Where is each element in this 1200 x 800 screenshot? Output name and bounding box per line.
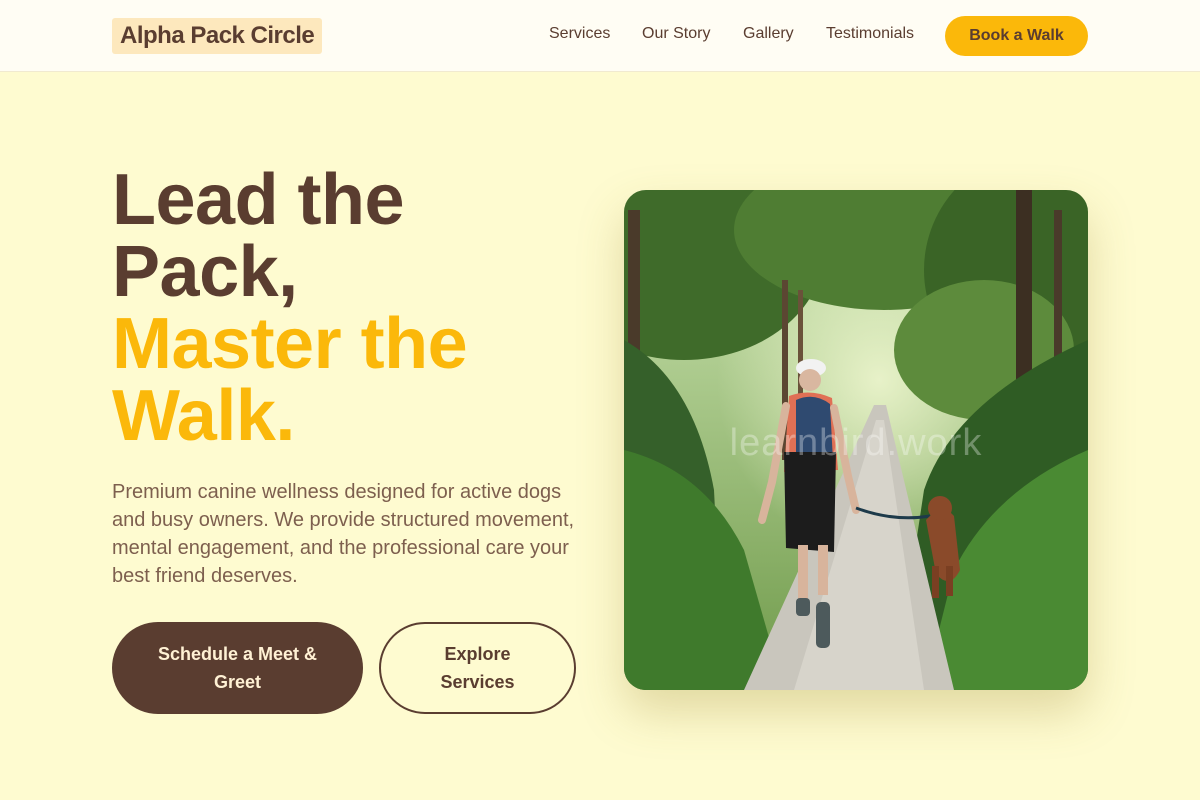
schedule-meet-greet-button[interactable]: Schedule a Meet & Greet — [112, 622, 363, 714]
hero-title-accent-line: Walk. — [112, 376, 295, 456]
hero-title-line: Pack, — [112, 232, 298, 312]
hero-description: Premium canine wellness designed for act… — [112, 481, 575, 587]
nav-link-our-story[interactable]: Our Story — [642, 24, 710, 44]
image-watermark: learnbird.work — [729, 422, 983, 464]
hero-title-accent-line: Master the — [112, 304, 468, 384]
nav-link-gallery[interactable]: Gallery — [743, 24, 794, 44]
site-header: Alpha Pack Circle Services Our Story Gal… — [0, 0, 1200, 72]
nav-link-testimonials[interactable]: Testimonials — [826, 24, 914, 44]
hero-photo-woman-walking-dog: learnbird.work — [624, 190, 1088, 690]
book-walk-button[interactable]: Book a Walk — [945, 16, 1088, 56]
nav-link-services[interactable]: Services — [549, 24, 610, 44]
hero-title: Lead the Pack, Master the Walk. — [112, 164, 592, 452]
hero-title-line: Lead the — [112, 160, 405, 240]
site-logo[interactable]: Alpha Pack Circle — [112, 18, 323, 54]
explore-services-button[interactable]: Explore Services — [379, 622, 576, 714]
